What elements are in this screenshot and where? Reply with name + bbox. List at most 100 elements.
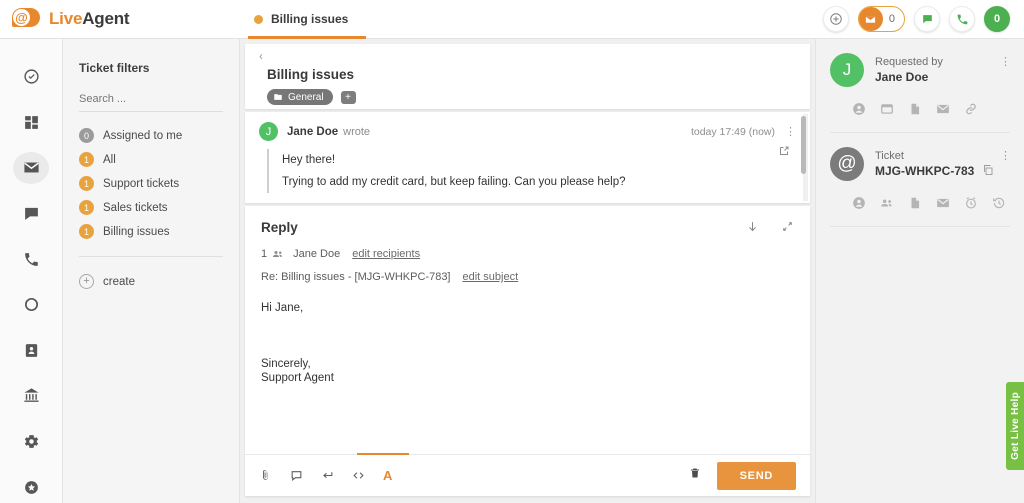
- mail-icon[interactable]: [936, 196, 950, 210]
- avatar: J: [830, 53, 864, 87]
- nav-dashboard-icon[interactable]: [13, 107, 49, 139]
- logo-text: LiveAgent: [49, 9, 129, 29]
- filter-label: All: [103, 154, 116, 166]
- discard-draft-icon[interactable]: [689, 466, 701, 485]
- ticket-filters-sidebar: Ticket filters 0 Assigned to me 1 All 1 …: [63, 39, 240, 503]
- requester-menu-button[interactable]: ⋮: [1000, 55, 1011, 68]
- chat-button[interactable]: [914, 6, 940, 32]
- message-menu-button[interactable]: ⋮: [785, 125, 796, 138]
- mail-icon[interactable]: [936, 102, 950, 116]
- window-icon[interactable]: [880, 102, 894, 116]
- recipients-row: 1 Jane Doe edit recipients: [245, 236, 810, 260]
- page-title: Billing issues: [267, 67, 796, 82]
- font-color-icon[interactable]: A: [383, 468, 392, 483]
- nav-bank-icon[interactable]: [13, 380, 49, 412]
- history-icon[interactable]: [992, 196, 1006, 210]
- file-icon[interactable]: [908, 196, 922, 210]
- nav-contacts-icon[interactable]: [13, 335, 49, 367]
- requester-icon-row: [830, 87, 1010, 116]
- person-icon[interactable]: [852, 102, 866, 116]
- requester-block: J Requested by Jane Doe ⋮: [816, 39, 1024, 133]
- nav-check-circle-icon[interactable]: [13, 61, 49, 93]
- create-label: create: [103, 276, 135, 288]
- message-scrollbar-thumb[interactable]: [801, 116, 806, 174]
- nav-tickets-mail-icon[interactable]: [13, 152, 49, 184]
- logo-bubble-icon: @: [12, 7, 42, 31]
- sidebar-item-assigned-to-me[interactable]: 0 Assigned to me: [79, 128, 223, 143]
- chat-count-badge[interactable]: 0: [984, 6, 1010, 32]
- phone-button[interactable]: [949, 6, 975, 32]
- add-tag-button[interactable]: +: [341, 91, 356, 104]
- filter-list: 0 Assigned to me 1 All 1 Support tickets…: [79, 128, 223, 239]
- group-icon[interactable]: [880, 196, 894, 210]
- edit-subject-link[interactable]: edit subject: [463, 271, 519, 283]
- search-input[interactable]: [79, 90, 223, 112]
- alarm-icon[interactable]: [964, 196, 978, 210]
- sidebar-divider: [79, 256, 223, 257]
- reply-arrow-icon[interactable]: [321, 469, 334, 482]
- reply-body-editor[interactable]: Hi Jane, Sincerely, Support Agent: [253, 301, 802, 441]
- nav-chat-icon[interactable]: [13, 198, 49, 230]
- link-icon[interactable]: [964, 102, 978, 116]
- group-icon: [272, 248, 284, 260]
- nav-badge-icon[interactable]: [13, 471, 49, 503]
- sidebar-item-sales-tickets[interactable]: 1 Sales tickets: [79, 200, 223, 215]
- tab-strip: Billing issues: [240, 0, 370, 39]
- recipient-name: Jane Doe: [293, 248, 340, 260]
- expand-fullscreen-icon[interactable]: [781, 220, 794, 236]
- top-bar-actions: 0 0: [823, 6, 1024, 32]
- message-line-2: Trying to add my credit card, but keep f…: [282, 171, 796, 193]
- collapse-down-arrow-icon[interactable]: [746, 220, 759, 236]
- create-filter-button[interactable]: + create: [79, 274, 223, 289]
- liveagent-app: @ LiveAgent Billing issues 0: [0, 0, 1024, 503]
- edit-recipients-link[interactable]: edit recipients: [352, 248, 420, 260]
- open-external-icon[interactable]: [778, 145, 790, 160]
- copy-icon[interactable]: [982, 164, 994, 179]
- mail-queue-count: 0: [889, 13, 895, 25]
- reply-header-actions: [746, 220, 794, 236]
- plus-circle-icon: +: [79, 274, 94, 289]
- get-live-help-tab[interactable]: Get Live Help: [1006, 382, 1024, 470]
- filter-count-badge: 1: [79, 200, 94, 215]
- sidebar-item-all[interactable]: 1 All: [79, 152, 223, 167]
- ticket-icon-row: [830, 181, 1010, 210]
- nav-phone-icon[interactable]: [13, 243, 49, 275]
- panel-divider: [830, 226, 1010, 227]
- message-header: J Jane Doe wrote today 17:49 (now) ⋮: [259, 122, 796, 141]
- message-timestamp: today 17:49 (now): [691, 126, 775, 138]
- person-icon[interactable]: [852, 196, 866, 210]
- sidebar-item-billing-issues[interactable]: 1 Billing issues: [79, 224, 223, 239]
- nav-settings-gear-icon[interactable]: [13, 426, 49, 458]
- tab-label: Billing issues: [271, 12, 348, 26]
- sidebar-item-support-tickets[interactable]: 1 Support tickets: [79, 176, 223, 191]
- requested-by-label: Requested by: [875, 56, 943, 68]
- ticket-menu-button[interactable]: ⋮: [1000, 149, 1011, 162]
- attachment-paperclip-icon[interactable]: [259, 469, 272, 482]
- send-button[interactable]: SEND: [717, 462, 796, 490]
- back-button[interactable]: ‹: [259, 51, 796, 62]
- tag-general[interactable]: General: [267, 89, 333, 105]
- filter-label: Assigned to me: [103, 130, 182, 142]
- mail-queue-pill[interactable]: 0: [858, 6, 905, 32]
- mail-icon: [859, 7, 883, 31]
- note-bubble-icon[interactable]: [290, 469, 303, 482]
- message-scrollbar[interactable]: [803, 114, 808, 201]
- logo-text-agent: Agent: [82, 9, 129, 28]
- tab-status-dot-icon: [254, 15, 263, 24]
- file-icon[interactable]: [908, 102, 922, 116]
- ticket-id: MJG-WHKPC-783: [875, 164, 974, 178]
- add-button[interactable]: [823, 6, 849, 32]
- ticket-row: @ Ticket MJG-WHKPC-783: [830, 147, 1010, 181]
- composer-toolbar: A SEND: [245, 455, 810, 496]
- filter-count-badge: 0: [79, 128, 94, 143]
- message-pane: J Jane Doe wrote today 17:49 (now) ⋮ Hey…: [245, 112, 810, 203]
- ticket-avatar: @: [830, 147, 864, 181]
- get-live-help-label: Get Live Help: [1010, 392, 1021, 460]
- nav-ring-icon[interactable]: [13, 289, 49, 321]
- code-icon[interactable]: [352, 469, 365, 482]
- subject-row: Re: Billing issues - [MJG-WHKPC-783] edi…: [245, 260, 810, 283]
- tab-billing-issues[interactable]: Billing issues: [240, 0, 370, 39]
- composer-actions: SEND: [689, 462, 796, 490]
- filter-label: Sales tickets: [103, 202, 168, 214]
- logo[interactable]: @ LiveAgent: [0, 7, 240, 31]
